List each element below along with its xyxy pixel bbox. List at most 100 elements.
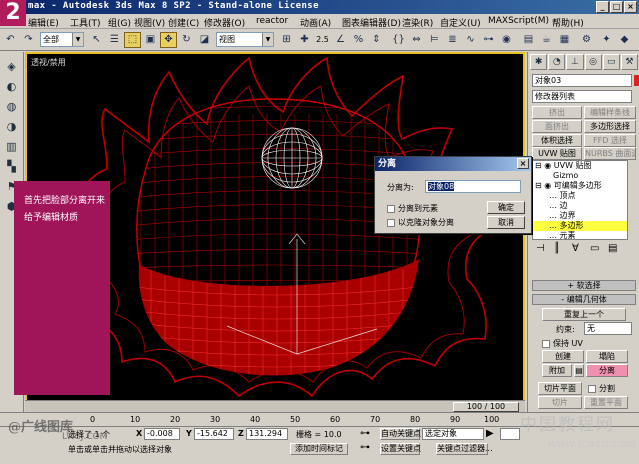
collapse-button[interactable]: 塌陷 xyxy=(586,350,628,363)
reference-coordinate-dropdown[interactable]: 视图 ▼ xyxy=(216,32,274,47)
menu-help[interactable]: 帮助(H) xyxy=(552,16,584,29)
create-shape-icon[interactable]: ◐ xyxy=(3,78,20,95)
select-object-icon[interactable]: ↖ xyxy=(88,32,105,48)
extrude-button[interactable]: 挤出 xyxy=(532,106,582,119)
preserve-uvs-option[interactable]: 保持 UV xyxy=(542,338,583,349)
selection-filter-dropdown[interactable]: 全部 ▼ xyxy=(40,32,84,47)
detach-button[interactable]: 分离 xyxy=(586,364,628,377)
configure-sets-icon[interactable]: ▤ xyxy=(608,243,617,254)
face-extrude-button[interactable]: 面挤出 xyxy=(532,120,582,133)
menu-animation[interactable]: 动画(A) xyxy=(300,16,331,29)
close-icon[interactable]: × xyxy=(517,158,529,169)
detach-to-element-option[interactable]: 分离到元素 xyxy=(387,203,438,214)
repeat-last-button[interactable]: 重复上一个 xyxy=(542,308,626,321)
hierarchy-tab-icon[interactable]: ⊥ xyxy=(566,54,584,70)
menu-create[interactable]: 创建(C) xyxy=(168,16,199,29)
undo-icon[interactable]: ↶ xyxy=(2,32,19,48)
selected-objects-dropdown[interactable]: 选定对象 xyxy=(422,428,484,440)
render-scene-icon[interactable]: ▤ xyxy=(520,32,537,48)
named-selection-icon[interactable]: {} xyxy=(390,32,407,48)
constraints-dropdown[interactable]: 无 xyxy=(584,322,632,335)
menu-group[interactable]: 组(G) xyxy=(108,16,131,29)
x-coordinate-field[interactable]: -0.008 xyxy=(144,428,180,440)
attach-button[interactable]: 附加 xyxy=(542,364,572,377)
set-key-button[interactable]: 设置关键点 xyxy=(380,443,421,455)
menu-maxscript[interactable]: MAXScript(M) xyxy=(488,16,549,26)
remove-modifier-icon[interactable]: ▭ xyxy=(590,243,599,254)
menu-tools[interactable]: 工具(T) xyxy=(70,16,101,29)
stack-item-editable-poly[interactable]: ⊟ ◉ 可编辑多边形 xyxy=(533,181,627,191)
stack-item-border[interactable]: … 边界 xyxy=(533,211,627,221)
current-frame-field[interactable] xyxy=(500,428,520,440)
play-icon[interactable]: ▶ xyxy=(486,428,494,439)
detach-name-input[interactable]: 对象08 xyxy=(425,180,521,193)
toolbar-more-icon[interactable]: ◆ xyxy=(616,32,633,48)
time-slider-track[interactable]: 100 / 100 xyxy=(25,400,525,412)
edit-geometry-rollout[interactable]: - 编辑几何体 xyxy=(532,294,636,305)
rectangular-selection-icon[interactable]: ⬚ xyxy=(124,32,141,48)
stack-item-edge[interactable]: … 边 xyxy=(533,201,627,211)
menu-graph-editors[interactable]: 图表编辑器(D) xyxy=(342,16,401,29)
detach-as-clone-checkbox[interactable] xyxy=(387,218,395,227)
render-type-icon[interactable]: ▦ xyxy=(556,32,573,48)
close-button[interactable]: × xyxy=(624,1,637,13)
create-tab-icon[interactable]: ✱ xyxy=(530,54,548,70)
material-editor-icon[interactable]: ◉ xyxy=(498,32,515,48)
stack-item-gizmo[interactable]: Gizmo xyxy=(533,171,627,181)
stack-item-polygon[interactable]: … 多边形 xyxy=(533,221,627,231)
y-coordinate-field[interactable]: -15.642 xyxy=(194,428,234,440)
menu-reactor[interactable]: reactor xyxy=(256,16,288,26)
percent-snap-icon[interactable]: % xyxy=(350,32,367,48)
angle-snap-icon[interactable]: ∠ xyxy=(332,32,349,48)
attach-list-icon[interactable]: ▤ xyxy=(574,364,584,377)
window-crossing-icon[interactable]: ▣ xyxy=(142,32,159,48)
minimize-button[interactable]: _ xyxy=(596,1,609,13)
curve-editor-icon[interactable]: ∿ xyxy=(462,32,479,48)
teapot-render-icon[interactable]: ⚙ xyxy=(578,32,595,48)
slice-button[interactable]: 切片 xyxy=(538,396,582,409)
uvw-map-button[interactable]: UVW 贴图 xyxy=(532,147,582,160)
align-icon[interactable]: ⊨ xyxy=(426,32,443,48)
create-spacewarp-icon[interactable]: ▚ xyxy=(3,158,20,175)
edit-spline-button[interactable]: 编辑样条线 xyxy=(584,106,636,119)
select-scale-icon[interactable]: ◪ xyxy=(196,32,213,48)
pin-stack-icon[interactable]: ⊣ xyxy=(536,243,545,254)
quick-render-icon[interactable]: ☕ xyxy=(538,32,555,48)
object-name-field[interactable]: 对象03 xyxy=(532,74,632,87)
create-camera-icon[interactable]: ◑ xyxy=(3,118,20,135)
select-rotate-icon[interactable]: ↻ xyxy=(178,32,195,48)
soft-selection-rollout[interactable]: + 软选择 xyxy=(532,280,636,291)
display-tab-icon[interactable]: ▭ xyxy=(602,54,620,70)
slice-plane-button[interactable]: 切片平面 xyxy=(538,382,582,395)
modifier-stack[interactable]: ⊟ ◉ UVW 贴图 Gizmo ⊟ ◉ 可编辑多边形 … 顶点 … 边 … 边… xyxy=(532,160,628,240)
create-button[interactable]: 创建 xyxy=(542,350,584,363)
maximize-button[interactable]: □ xyxy=(610,1,623,13)
reset-plane-button[interactable]: 重置平面 xyxy=(584,396,628,409)
split-checkbox[interactable] xyxy=(588,384,596,393)
key-icon[interactable]: ⊶ xyxy=(360,428,370,439)
split-option[interactable]: 分割 xyxy=(588,383,615,394)
select-by-name-icon[interactable]: ☰ xyxy=(106,32,123,48)
utilities-tab-icon[interactable]: ⚒ xyxy=(620,54,639,70)
z-coordinate-field[interactable]: 131.294 xyxy=(246,428,288,440)
ok-button[interactable]: 确定 xyxy=(487,201,525,214)
stack-item-element[interactable]: … 元素 xyxy=(533,231,627,239)
volume-select-button[interactable]: 体积选择 xyxy=(532,134,582,147)
select-manipulate-icon[interactable]: ✚ xyxy=(296,32,313,48)
object-color-swatch[interactable] xyxy=(634,75,639,86)
create-light-icon[interactable]: ◍ xyxy=(3,98,20,115)
schematic-view-icon[interactable]: ⊶ xyxy=(480,32,497,48)
key-filters-button[interactable]: 关键点过滤器... xyxy=(436,443,493,455)
menu-views[interactable]: 视图(V) xyxy=(134,16,165,29)
snap-toggle-icon[interactable]: 2.5 xyxy=(314,32,331,48)
layer-manager-icon[interactable]: ≣ xyxy=(444,32,461,48)
modify-tab-icon[interactable]: ◔ xyxy=(548,54,566,70)
mirror-icon[interactable]: ⇔ xyxy=(408,32,425,48)
stack-item-uvw-map[interactable]: ⊟ ◉ UVW 贴图 xyxy=(533,161,627,171)
redo-icon[interactable]: ↷ xyxy=(20,32,37,48)
key-mode-icon[interactable]: ⊶ xyxy=(360,442,370,453)
pivot-center-icon[interactable]: ⊞ xyxy=(278,32,295,48)
create-geometry-icon[interactable]: ◈ xyxy=(3,58,20,75)
ffd-select-button[interactable]: FFD 选择 xyxy=(584,134,636,147)
menu-customize[interactable]: 自定义(U) xyxy=(440,16,481,29)
